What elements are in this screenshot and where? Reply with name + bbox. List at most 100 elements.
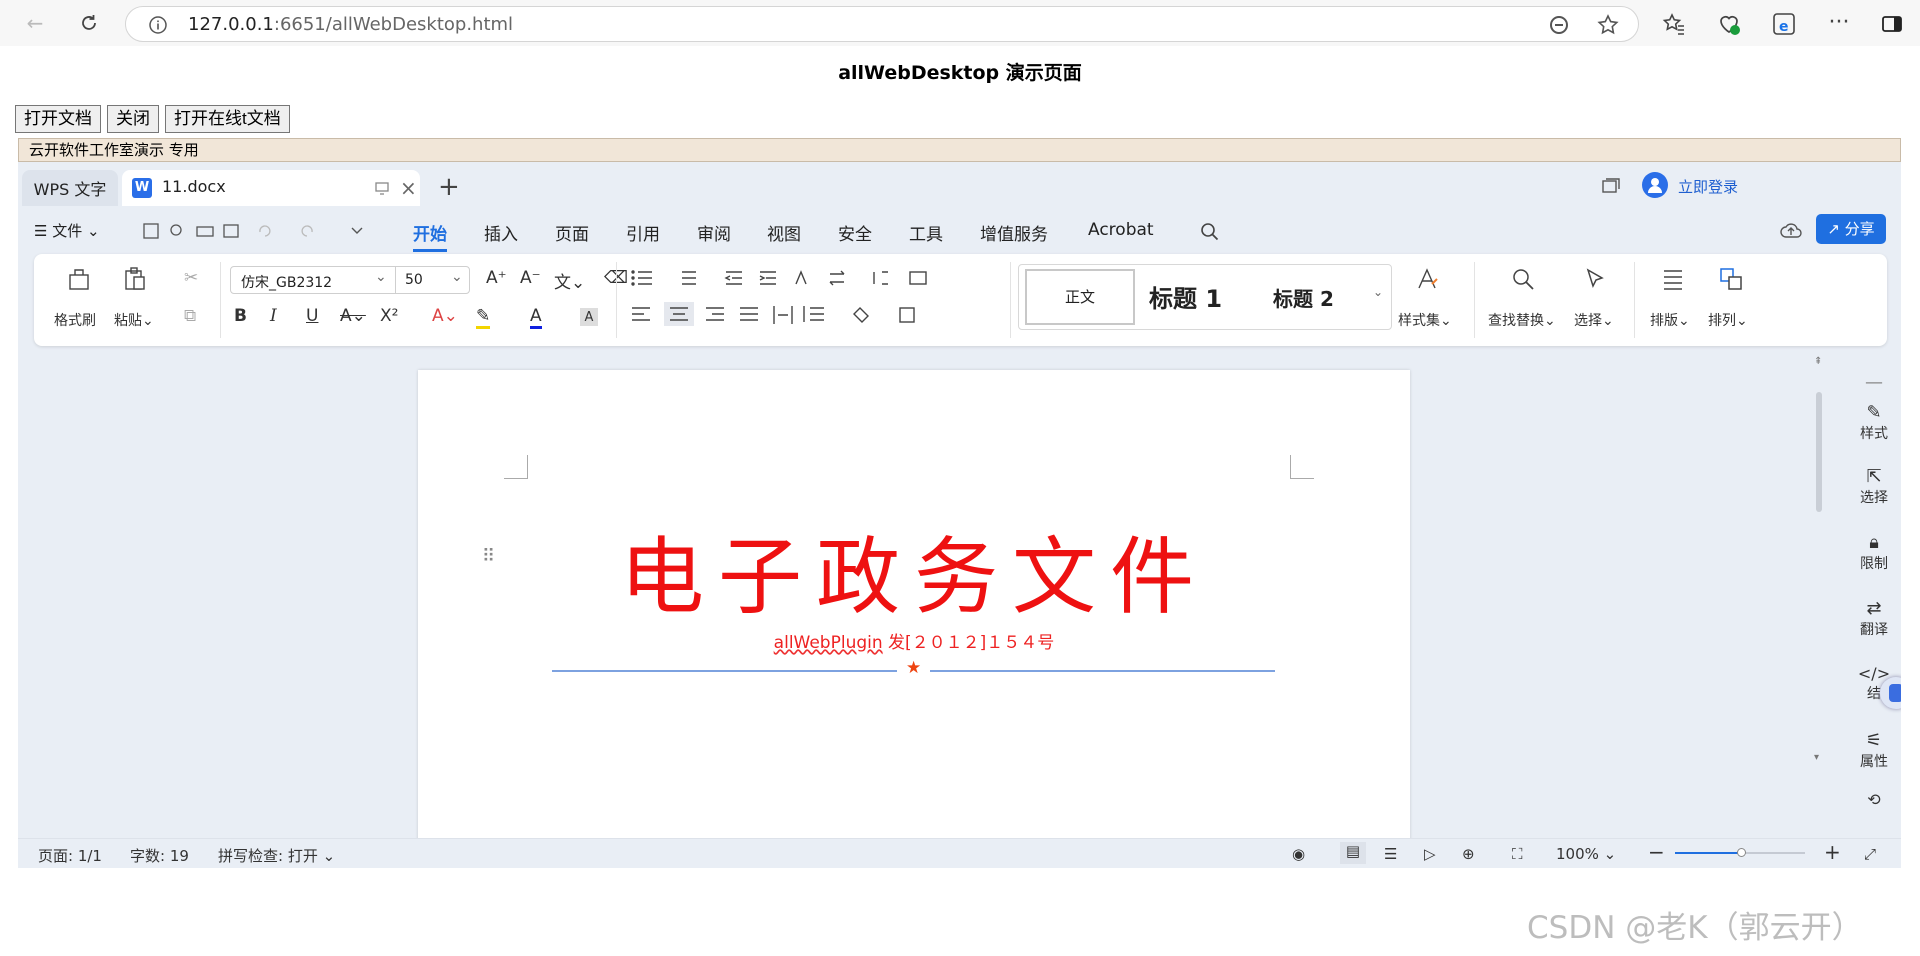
zoom-in-icon[interactable]: +	[1824, 840, 1841, 864]
style-set-icon[interactable]	[1412, 264, 1442, 294]
scroll-down-icon[interactable]: ▾	[1814, 752, 1819, 763]
menu-review[interactable]: 审阅	[697, 220, 731, 245]
layout-icon[interactable]	[1658, 264, 1688, 294]
bold-button[interactable]: B	[234, 306, 247, 326]
paste-label[interactable]: 粘贴⌄	[114, 310, 154, 330]
reload-icon[interactable]	[74, 8, 104, 38]
shrink-font-icon[interactable]: A⁻	[520, 268, 541, 288]
sidebar-styles[interactable]: ✎ 样式	[1850, 402, 1898, 443]
style-set-label[interactable]: 样式集⌄	[1398, 310, 1452, 330]
find-replace-text: 查找替换	[1488, 313, 1544, 329]
grow-font-icon[interactable]: A⁺	[486, 268, 507, 288]
find-replace-label[interactable]: 查找替换⌄	[1488, 310, 1556, 330]
cut-icon[interactable]: ✂	[184, 268, 198, 288]
fit-page-icon[interactable]: ⛶	[1512, 845, 1523, 863]
open-document-button[interactable]: 打开文档	[15, 105, 101, 133]
style-heading-1[interactable]: 标题 1	[1149, 279, 1222, 314]
close-button[interactable]: 关闭	[107, 105, 159, 133]
arrange-icon[interactable]	[1716, 264, 1746, 294]
menu-page[interactable]: 页面	[555, 220, 589, 245]
monitor-icon[interactable]	[374, 180, 390, 196]
font-color-icon[interactable]: A	[530, 306, 542, 329]
web-view-icon[interactable]: ⊕	[1462, 845, 1475, 863]
sidebar-properties[interactable]: ⚟ 属性	[1850, 730, 1898, 771]
more-icon[interactable]: ···	[1825, 8, 1853, 36]
phonetic-icon[interactable]: 文⌄	[554, 268, 585, 293]
favorite-star-icon[interactable]	[1596, 13, 1620, 37]
play-icon[interactable]: ▷	[1424, 845, 1436, 863]
select-icon[interactable]	[1580, 264, 1610, 294]
style-normal[interactable]: 正文	[1025, 269, 1135, 325]
menu-insert[interactable]: 插入	[484, 220, 518, 245]
find-replace-icon[interactable]	[1508, 264, 1538, 294]
strikethrough-icon[interactable]: A⌄	[340, 306, 366, 326]
menu-reference[interactable]: 引用	[626, 220, 660, 245]
arrange-label[interactable]: 排列⌄	[1708, 310, 1748, 330]
eye-icon[interactable]: ◉	[1292, 845, 1305, 863]
floating-plugin-icon[interactable]	[1880, 677, 1901, 709]
zoom-out-icon[interactable]: −	[1648, 840, 1665, 864]
zoom-slider[interactable]	[1675, 848, 1805, 857]
status-spell[interactable]: 拼写检查: 打开 ⌄	[218, 845, 335, 866]
menu-acrobat[interactable]: Acrobat	[1088, 220, 1154, 240]
collapse-icon[interactable]: —	[1850, 372, 1898, 393]
font-name-select[interactable]: 仿宋_GB2312 ⌄ 50 ⌄	[230, 266, 470, 294]
superscript-button[interactable]: X²	[380, 306, 398, 326]
sidebar-restrict[interactable]: 🔒︎ 限制	[1850, 532, 1898, 573]
underline-button[interactable]: U	[306, 306, 318, 326]
wps-app-tab[interactable]: WPS 文字	[22, 170, 118, 206]
layout-label[interactable]: 排版⌄	[1650, 310, 1690, 330]
sidebar-icon[interactable]	[1878, 10, 1906, 38]
cloud-upload-icon[interactable]	[1780, 222, 1802, 240]
vertical-scrollbar[interactable]: ⇞ ▾	[1812, 352, 1826, 837]
favorites-icon[interactable]	[1660, 10, 1688, 38]
paragraph-tools[interactable]	[630, 268, 1000, 330]
reader-icon[interactable]	[1548, 14, 1570, 36]
health-icon[interactable]	[1715, 10, 1743, 38]
zoom-level[interactable]: 100% ⌄	[1556, 845, 1616, 863]
sidebar-select[interactable]: ⇱ 选择	[1850, 466, 1898, 507]
site-info-icon[interactable]	[148, 15, 168, 35]
paste-icon[interactable]	[120, 264, 150, 294]
format-painter-label[interactable]: 格式刷	[54, 310, 96, 330]
copy-icon[interactable]: ⧉	[184, 306, 196, 326]
ie-mode-icon[interactable]: e	[1770, 10, 1798, 38]
status-bar: 页面: 1/1 字数: 19 拼写检查: 打开 ⌄ ◉ ▤ ☰ ▷ ⊕ ⛶ 10…	[18, 838, 1901, 868]
back-icon[interactable]: ←	[20, 8, 50, 38]
italic-button[interactable]: I	[270, 306, 277, 326]
close-tab-icon[interactable]: ×	[400, 176, 417, 200]
fullscreen-icon[interactable]: ⤢	[1864, 845, 1876, 863]
share-button[interactable]: ↗ 分享	[1816, 214, 1886, 244]
zoom-slider-thumb[interactable]	[1737, 848, 1746, 857]
avatar-icon[interactable]	[1642, 172, 1668, 198]
history-icon[interactable]: ⟲	[1850, 790, 1898, 809]
style-heading-2[interactable]: 标题 2	[1273, 283, 1334, 312]
select-label[interactable]: 选择⌄	[1574, 310, 1614, 330]
style-more-icon[interactable]: ⌄	[1373, 285, 1383, 299]
sidebar-translate[interactable]: ⇄ 翻译	[1850, 598, 1898, 639]
menu-view[interactable]: 视图	[767, 220, 801, 245]
font-size-value[interactable]: 50	[405, 272, 423, 288]
outline-view-icon[interactable]: ☰	[1384, 845, 1397, 863]
search-icon[interactable]	[1200, 222, 1220, 242]
window-icon[interactable]	[1602, 178, 1620, 194]
menu-security[interactable]: 安全	[838, 220, 872, 245]
scrollbar-thumb[interactable]	[1816, 392, 1822, 512]
doc-tab[interactable]: W 11.docx ×	[122, 170, 420, 206]
char-shading-icon[interactable]: A	[580, 308, 598, 326]
text-effect-icon[interactable]: A⌄	[432, 306, 458, 326]
menu-tools[interactable]: 工具	[909, 220, 943, 245]
address-bar[interactable]: 127.0.0.1:6651/allWebDesktop.html	[125, 6, 1639, 42]
open-online-document-button[interactable]: 打开在线t文档	[165, 105, 290, 133]
highlight-icon[interactable]: ✎	[476, 306, 491, 329]
page-view-icon[interactable]: ▤	[1340, 842, 1366, 864]
document-page[interactable]: ⠿ 电子政务文件 allWebPlugin 发[２０１２]１５４号 ★	[418, 370, 1410, 868]
file-menu[interactable]: ☰ 文件 ⌄	[34, 220, 100, 241]
menu-home[interactable]: 开始	[413, 220, 447, 252]
new-tab-icon[interactable]: +	[438, 172, 460, 202]
status-words[interactable]: 字数: 19	[130, 845, 189, 866]
login-link[interactable]: 立即登录	[1678, 176, 1738, 197]
menu-value-services[interactable]: 增值服务	[980, 220, 1048, 245]
format-painter-icon[interactable]	[64, 264, 94, 294]
scroll-top-icon[interactable]: ⇞	[1814, 356, 1822, 367]
